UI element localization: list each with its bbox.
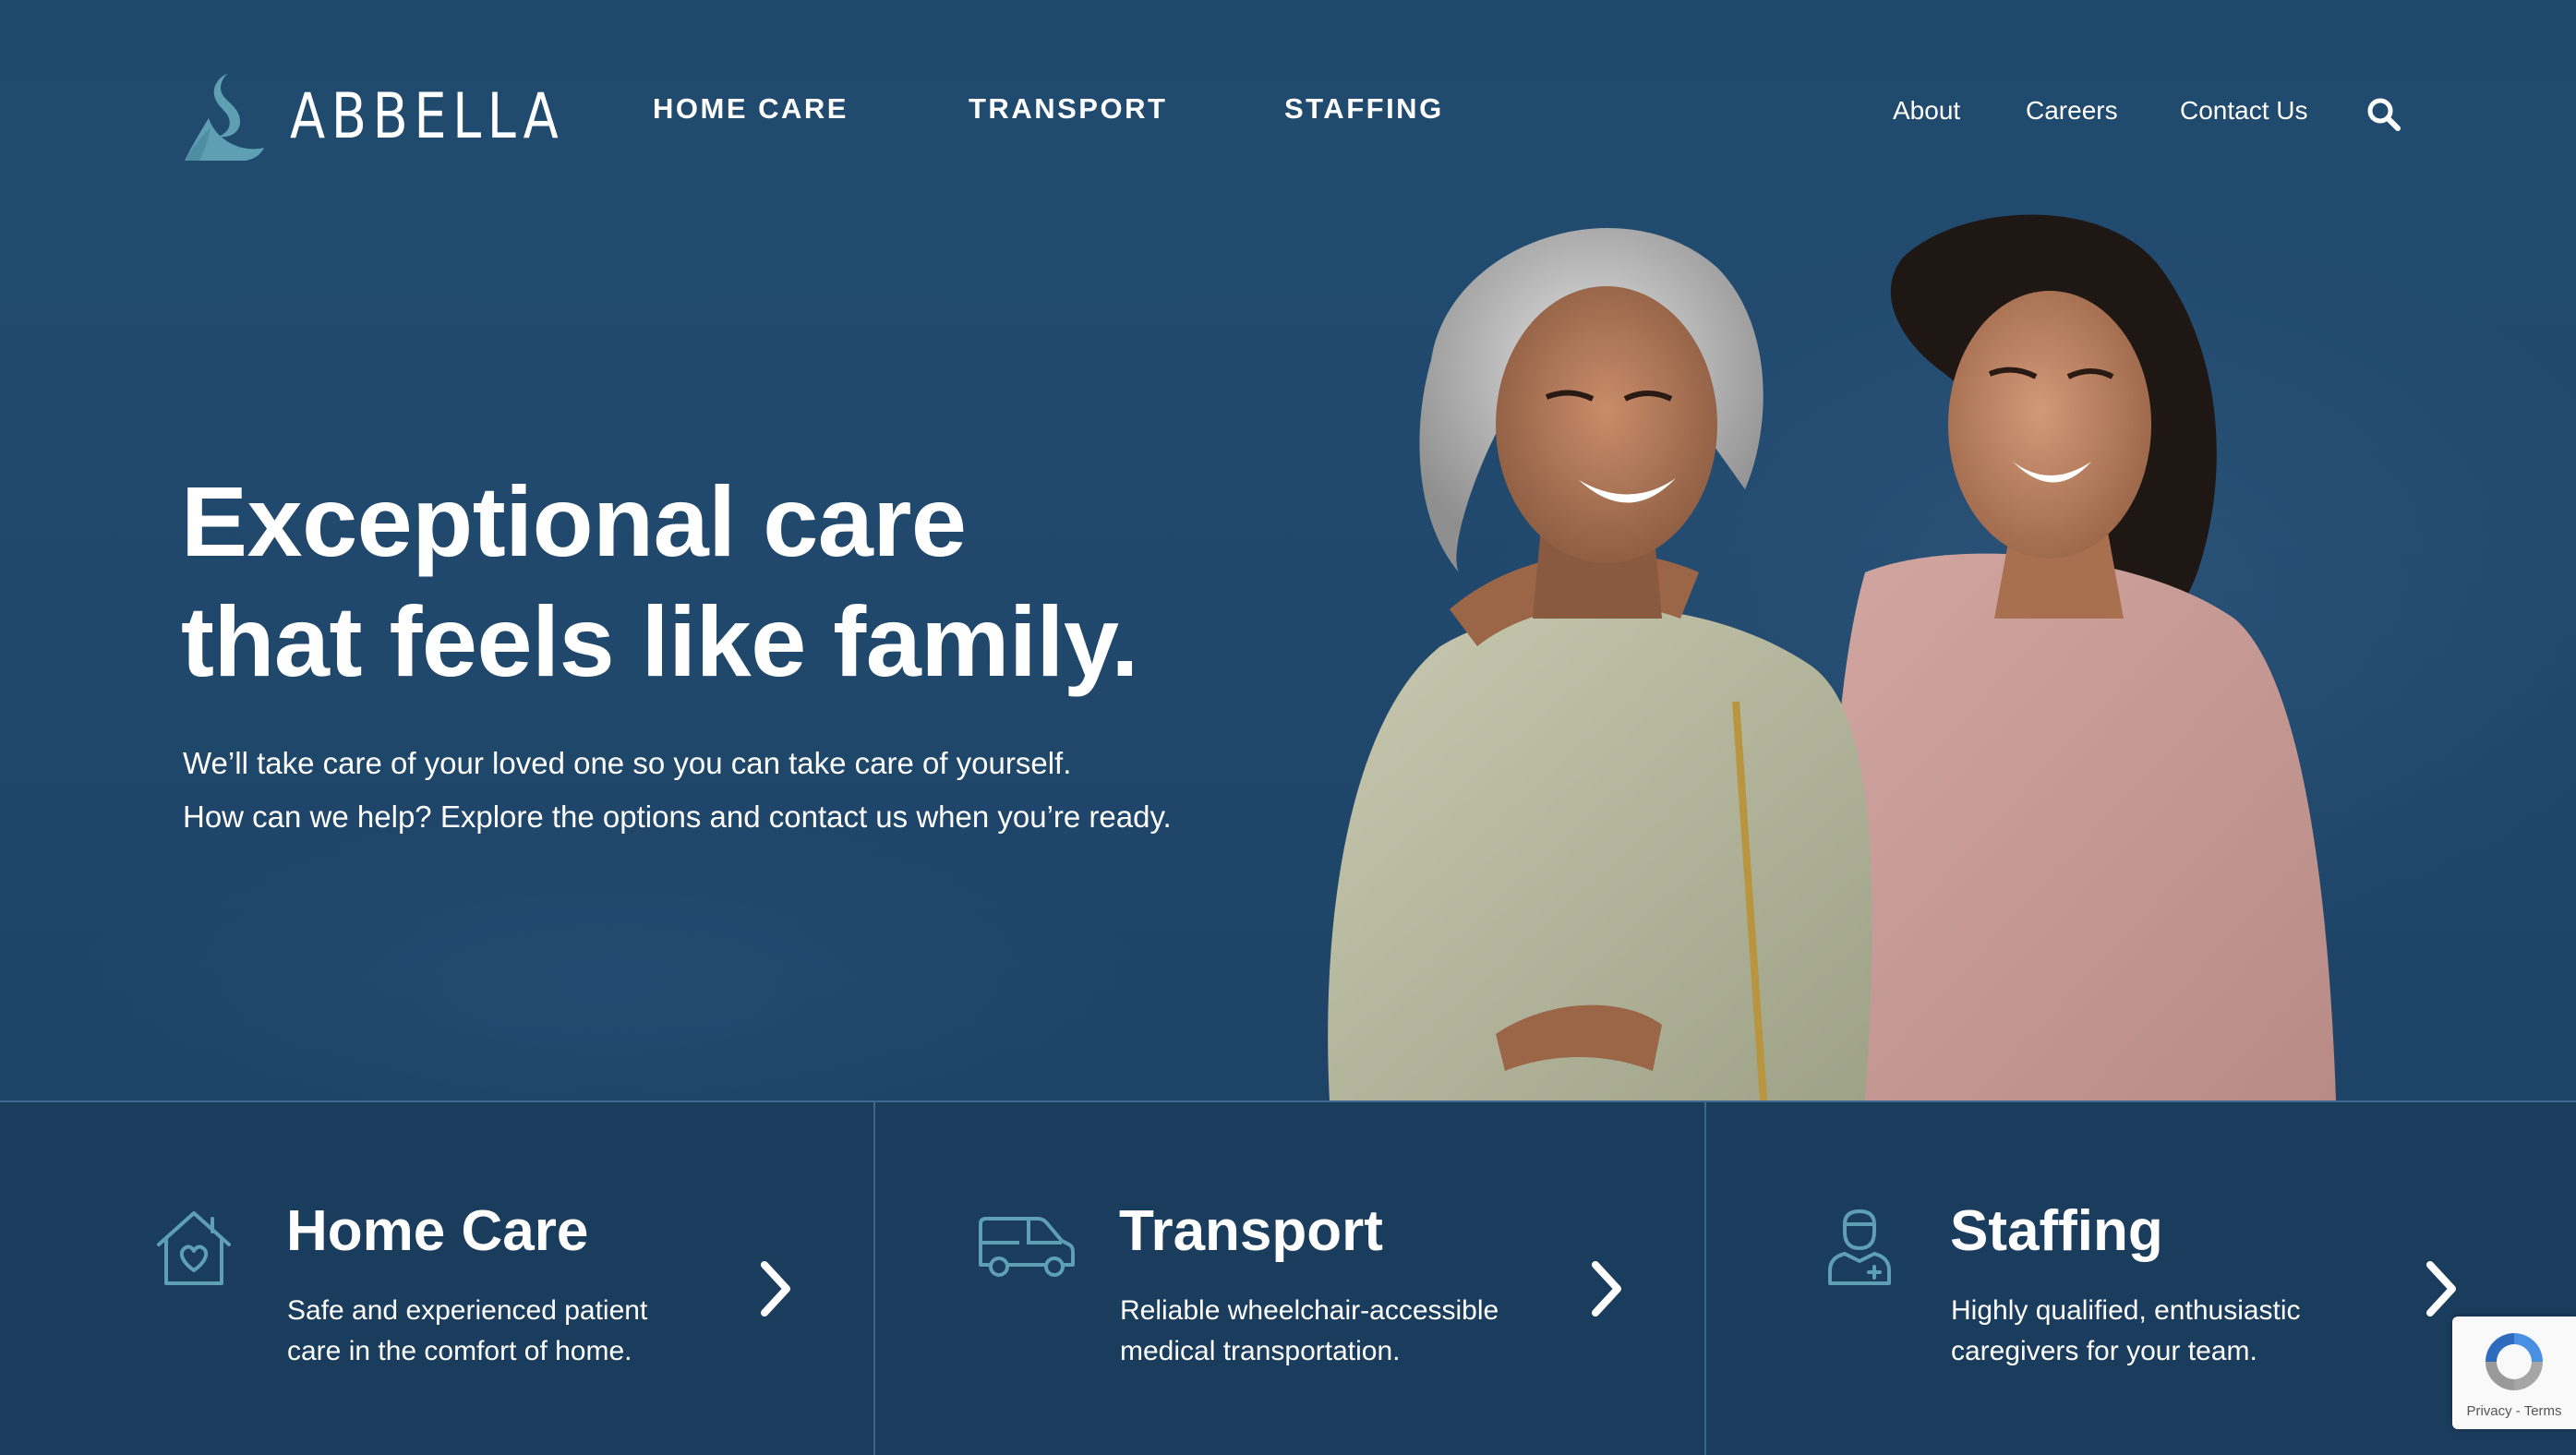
services-bar: Home Care Safe and experienced patient c… bbox=[0, 1100, 2576, 1455]
service-title-staffing: Staffing bbox=[1950, 1199, 2163, 1263]
site-header: ABBELLA HOME CARE TRANSPORT STAFFING Abo… bbox=[0, 0, 2576, 231]
service-card-transport[interactable]: Transport Reliable wheelchair-accessible… bbox=[875, 1102, 1706, 1455]
recaptcha-icon bbox=[2486, 1333, 2543, 1390]
recaptcha-links: Privacy - Terms bbox=[2452, 1403, 2576, 1419]
service-desc-line2: medical transportation. bbox=[1120, 1336, 1401, 1366]
service-title-home-care: Home Care bbox=[286, 1199, 589, 1263]
recaptcha-privacy-link[interactable]: Privacy bbox=[2466, 1403, 2511, 1419]
nurse-icon bbox=[1828, 1209, 1891, 1285]
van-icon bbox=[979, 1217, 1075, 1277]
page: ABBELLA HOME CARE TRANSPORT STAFFING Abo… bbox=[0, 0, 2576, 1455]
service-desc-line1: Reliable wheelchair-accessible bbox=[1120, 1295, 1499, 1326]
nav-careers[interactable]: Careers bbox=[2026, 96, 2118, 126]
nav-home-care[interactable]: HOME CARE bbox=[653, 92, 849, 126]
service-title-transport: Transport bbox=[1119, 1199, 1383, 1263]
brand-name: ABBELLA bbox=[290, 79, 565, 153]
hero-subtext-line1: We’ll take care of your loved one so you… bbox=[183, 746, 1072, 780]
hero-background-blur bbox=[55, 803, 1163, 1100]
hero-headline: Exceptional care that feels like family. bbox=[181, 462, 1138, 702]
service-desc-transport: Reliable wheelchair-accessible medical t… bbox=[1120, 1291, 1499, 1372]
chevron-right-icon[interactable] bbox=[1588, 1259, 1625, 1318]
service-desc-line2: care in the comfort of home. bbox=[287, 1336, 632, 1366]
hero-photo bbox=[1328, 214, 2336, 1100]
nav-staffing[interactable]: STAFFING bbox=[1284, 92, 1444, 126]
house-heart-icon bbox=[157, 1211, 231, 1285]
service-card-home-care[interactable]: Home Care Safe and experienced patient c… bbox=[0, 1102, 875, 1455]
nav-transport[interactable]: TRANSPORT bbox=[969, 92, 1167, 126]
recaptcha-badge[interactable]: Privacy - Terms bbox=[2452, 1317, 2576, 1429]
recaptcha-separator: - bbox=[2511, 1403, 2524, 1419]
recaptcha-terms-link[interactable]: Terms bbox=[2524, 1403, 2562, 1419]
person-swoosh-logo-icon bbox=[185, 74, 264, 161]
service-desc-line1: Safe and experienced patient bbox=[287, 1295, 648, 1326]
service-desc-line1: Highly qualified, enthusiastic bbox=[1951, 1295, 2301, 1326]
service-desc-staffing: Highly qualified, enthusiastic caregiver… bbox=[1951, 1291, 2301, 1372]
brand-logo[interactable]: ABBELLA bbox=[181, 70, 625, 162]
hero-headline-line2: that feels like family. bbox=[181, 585, 1138, 697]
chevron-right-icon[interactable] bbox=[757, 1259, 794, 1318]
nav-contact-us[interactable]: Contact Us bbox=[2180, 96, 2308, 126]
hero-subtext-line2: How can we help? Explore the options and… bbox=[183, 800, 1172, 834]
chevron-right-icon[interactable] bbox=[2423, 1259, 2460, 1318]
service-desc-line2: caregivers for your team. bbox=[1951, 1336, 2257, 1366]
nav-about[interactable]: About bbox=[1893, 96, 1960, 126]
hero-headline-line1: Exceptional care bbox=[181, 465, 967, 577]
service-card-staffing[interactable]: Staffing Highly qualified, enthusiastic … bbox=[1706, 1102, 2576, 1455]
service-desc-home-care: Safe and experienced patient care in the… bbox=[287, 1291, 647, 1372]
hero-subtext: We’ll take care of your loved one so you… bbox=[183, 737, 1172, 844]
search-icon[interactable] bbox=[2365, 96, 2402, 133]
